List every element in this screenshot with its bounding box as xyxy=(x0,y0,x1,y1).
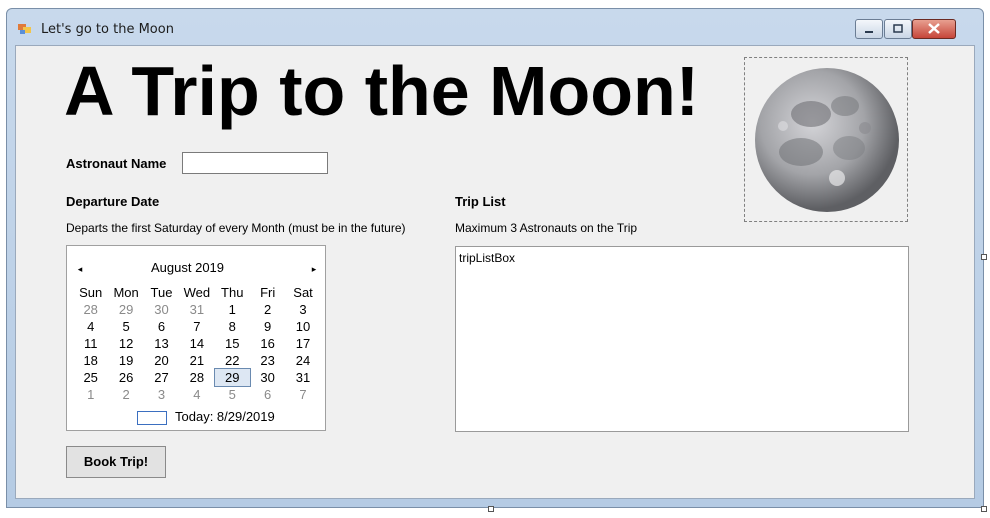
calendar-day[interactable]: 6 xyxy=(250,386,285,403)
departure-date-label: Departure Date xyxy=(66,194,160,209)
title-bar[interactable]: Let's go to the Moon xyxy=(7,9,983,45)
calendar-day[interactable]: 31 xyxy=(285,369,320,386)
maximize-button[interactable] xyxy=(884,19,912,39)
calendar-week: 25 26 27 28 29 30 31 xyxy=(73,368,321,387)
calendar-today-link[interactable]: Today: 8/29/2019 xyxy=(175,409,275,424)
astronaut-name-input[interactable] xyxy=(182,152,328,174)
weekday-label: Tue xyxy=(150,285,173,300)
calendar-day[interactable]: 28 xyxy=(179,369,214,386)
calendar-weekday-row: Sun Mon Tue Wed Thu Fri Sat xyxy=(73,284,321,301)
weekday-label: Mon xyxy=(113,285,139,300)
calendar-day[interactable]: 7 xyxy=(179,318,214,335)
calendar-day[interactable]: 8 xyxy=(215,318,250,335)
calendar-week: 18 19 20 21 22 23 24 xyxy=(73,352,321,369)
moon-image xyxy=(755,68,899,212)
calendar-day[interactable]: 17 xyxy=(285,335,320,352)
moon-picture-box xyxy=(744,57,908,222)
window-title: Let's go to the Moon xyxy=(41,22,174,37)
calendar-day[interactable]: 3 xyxy=(285,301,320,318)
calendar-day[interactable]: 16 xyxy=(250,335,285,352)
resize-handle-right[interactable] xyxy=(981,254,987,260)
calendar-day[interactable]: 1 xyxy=(215,301,250,318)
calendar-day[interactable]: 24 xyxy=(285,352,320,369)
calendar-day[interactable]: 10 xyxy=(285,318,320,335)
calendar-day[interactable]: 5 xyxy=(215,386,250,403)
calendar-day[interactable]: 4 xyxy=(179,386,214,403)
weekday-label: Sun xyxy=(79,285,103,300)
book-trip-button[interactable]: Book Trip! xyxy=(66,446,166,478)
calendar-day[interactable]: 5 xyxy=(108,318,143,335)
calendar-prev-month-icon[interactable]: ◂ xyxy=(73,262,87,276)
calendar-week: 11 12 13 14 15 16 17 xyxy=(73,335,321,352)
weekday-label: Fri xyxy=(260,285,276,300)
calendar-day[interactable]: 2 xyxy=(108,386,143,403)
calendar-day[interactable]: 30 xyxy=(144,301,179,318)
calendar-day[interactable]: 12 xyxy=(108,335,143,352)
calendar-day[interactable]: 27 xyxy=(144,369,179,386)
calendar-week: 4 5 6 7 8 9 10 xyxy=(73,318,321,335)
trip-list-box[interactable]: tripListBox xyxy=(455,246,909,432)
calendar-day[interactable]: 14 xyxy=(179,335,214,352)
page-title: A Trip to the Moon! xyxy=(64,52,700,130)
calendar-day[interactable]: 1 xyxy=(73,386,108,403)
close-icon xyxy=(928,23,940,34)
departure-hint: Departs the first Saturday of every Mont… xyxy=(66,221,406,235)
calendar-day[interactable]: 19 xyxy=(108,352,143,369)
calendar-day[interactable]: 28 xyxy=(73,301,108,318)
calendar-day[interactable]: 21 xyxy=(179,352,214,369)
calendar-day[interactable]: 18 xyxy=(73,352,108,369)
calendar-day[interactable]: 6 xyxy=(144,318,179,335)
calendar-day[interactable]: 11 xyxy=(73,335,108,352)
calendar-week: 28 29 30 31 1 2 3 xyxy=(73,301,321,318)
calendar-day[interactable]: 13 xyxy=(144,335,179,352)
calendar-day[interactable]: 22 xyxy=(215,352,250,369)
today-marker xyxy=(137,411,167,425)
departure-calendar[interactable]: ◂ August 2019 ▸ Sun Mon Tue Wed Thu Fri … xyxy=(66,245,326,431)
calendar-next-month-icon[interactable]: ▸ xyxy=(307,262,321,276)
calendar-day[interactable]: 26 xyxy=(108,369,143,386)
calendar-day[interactable]: 3 xyxy=(144,386,179,403)
calendar-day[interactable]: 30 xyxy=(250,369,285,386)
resize-handle-bottom[interactable] xyxy=(488,506,494,512)
calendar-month-title[interactable]: August 2019 xyxy=(151,260,224,275)
calendar-day[interactable]: 25 xyxy=(73,369,108,386)
calendar-day[interactable]: 23 xyxy=(250,352,285,369)
calendar-day-selected[interactable]: 29 xyxy=(213,368,251,387)
calendar-week: 1 2 3 4 5 6 7 xyxy=(73,386,321,403)
minimize-icon xyxy=(865,31,873,33)
calendar-day[interactable]: 4 xyxy=(73,318,108,335)
listbox-placeholder-text: tripListBox xyxy=(459,251,516,265)
weekday-label: Wed xyxy=(183,285,211,300)
maximize-icon xyxy=(893,24,903,33)
calendar-day[interactable]: 7 xyxy=(285,386,320,403)
minimize-button[interactable] xyxy=(855,19,883,39)
weekday-label: Sat xyxy=(293,285,313,300)
calendar-day[interactable]: 31 xyxy=(179,301,214,318)
close-button[interactable] xyxy=(912,19,956,39)
calendar-day[interactable]: 20 xyxy=(144,352,179,369)
astronaut-name-label: Astronaut Name xyxy=(66,156,167,171)
calendar-day[interactable]: 9 xyxy=(250,318,285,335)
calendar-day[interactable]: 15 xyxy=(215,335,250,352)
trip-list-hint: Maximum 3 Astronauts on the Trip xyxy=(455,221,638,235)
calendar-day[interactable]: 2 xyxy=(250,301,285,318)
app-form-icon xyxy=(18,24,31,34)
calendar-day[interactable]: 29 xyxy=(108,301,143,318)
resize-handle-corner[interactable] xyxy=(981,506,987,512)
calendar-grid: Sun Mon Tue Wed Thu Fri Sat 28 29 30 31 … xyxy=(73,284,321,403)
trip-list-label: Trip List xyxy=(455,194,506,209)
weekday-label: Thu xyxy=(221,285,244,300)
